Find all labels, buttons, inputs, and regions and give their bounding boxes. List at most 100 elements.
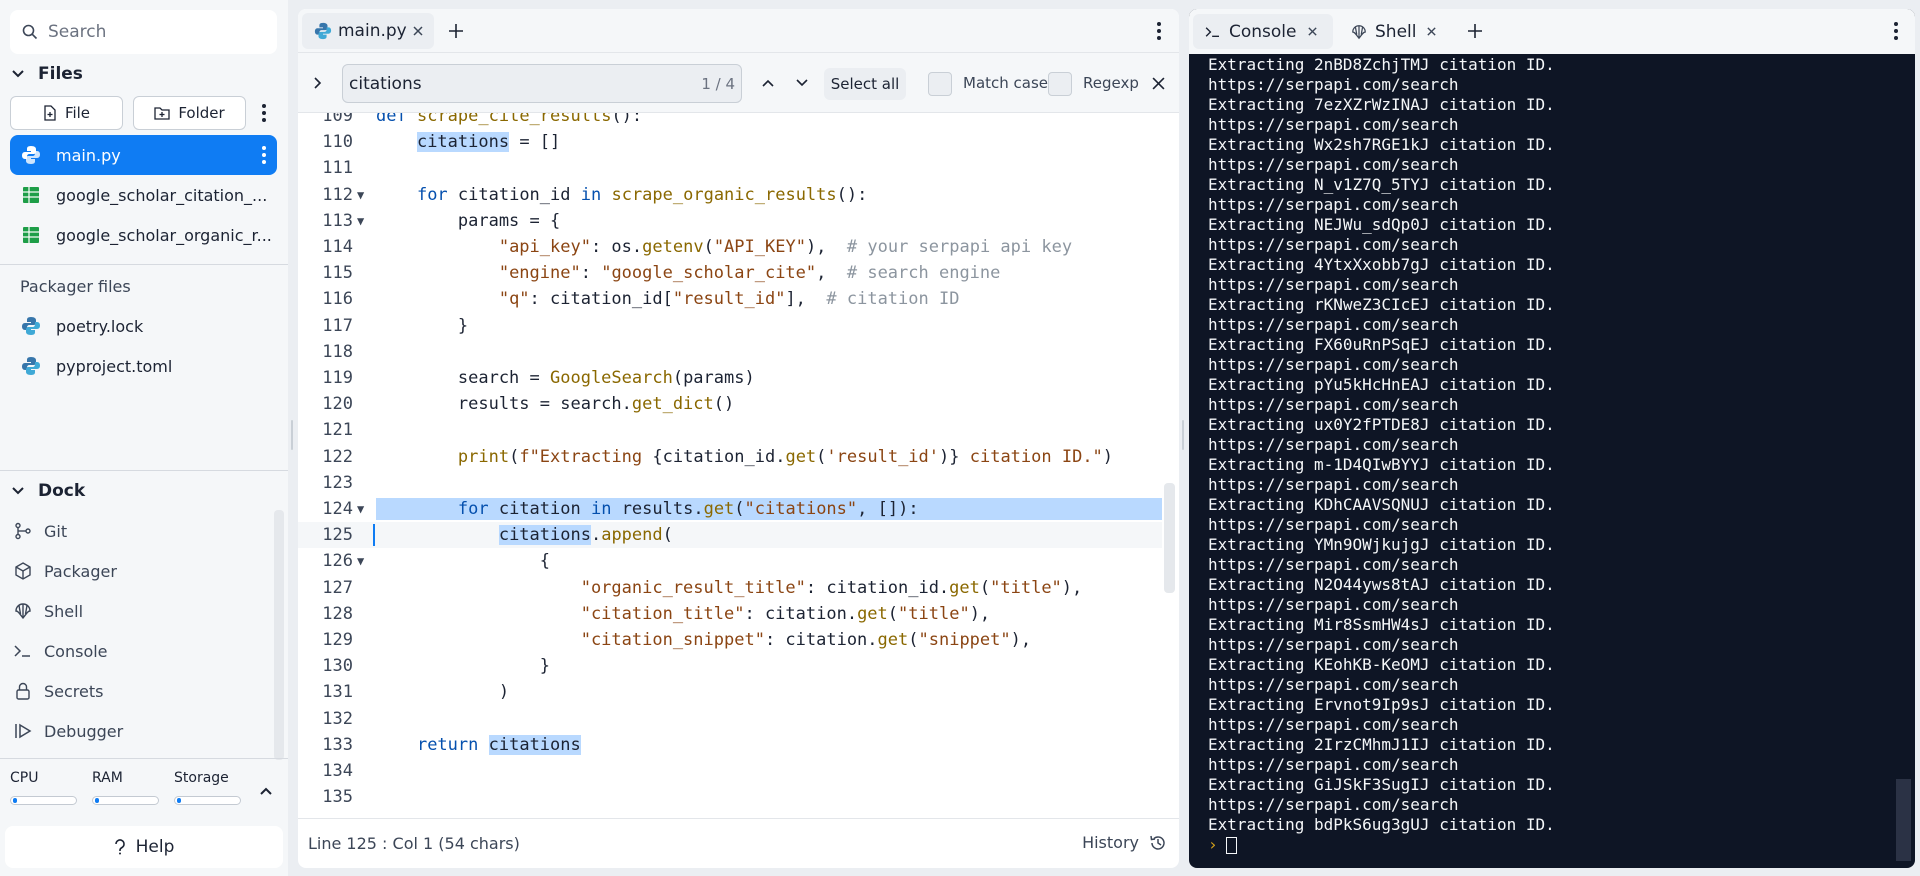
chevron-up-icon[interactable] xyxy=(260,780,272,799)
lock-icon xyxy=(12,682,34,700)
find-input[interactable]: citations 1 / 4 xyxy=(342,64,742,103)
console-line: Extracting Wx2sh7RGE1kJ citation ID. xyxy=(1208,135,1555,154)
search-placeholder: Search xyxy=(48,22,107,42)
code-line[interactable]: 132 xyxy=(298,706,1179,732)
close-icon[interactable] xyxy=(412,22,424,42)
code-line[interactable]: 112 ▼ for citation_id in scrape_organic_r… xyxy=(298,182,1179,208)
code-line[interactable]: 116 "q": citation_id["result_id"], # cit… xyxy=(298,286,1179,312)
dock-label: Secrets xyxy=(44,681,104,701)
code-line[interactable]: 111 xyxy=(298,155,1179,181)
code-line[interactable]: 131 ) xyxy=(298,679,1179,705)
dock-item-packager[interactable]: Packager xyxy=(10,552,270,590)
close-find-icon[interactable] xyxy=(1151,76,1165,90)
code-line[interactable]: 115 "engine": "google_scholar_cite", # s… xyxy=(298,260,1179,286)
code-line[interactable]: 128 "citation_title": citation.get("titl… xyxy=(298,601,1179,627)
code-line[interactable]: 135 xyxy=(298,784,1179,810)
match-case-checkbox[interactable] xyxy=(928,72,952,96)
editor-scrollbar[interactable] xyxy=(1164,483,1175,593)
new-file-button[interactable]: File xyxy=(10,96,123,130)
resize-handle[interactable] xyxy=(291,420,293,450)
file-item-pyproject-toml[interactable]: pyproject.toml xyxy=(10,346,277,386)
previous-match-icon[interactable] xyxy=(760,75,776,91)
console-line: Extracting KDhCAAVSQNUJ citation ID. xyxy=(1208,495,1555,514)
console-prompt[interactable]: › xyxy=(1208,835,1898,855)
dock-label: Shell xyxy=(44,601,84,621)
code-line[interactable]: 124 ▼ for citation in results.get("citati… xyxy=(298,496,1179,522)
dock-section-header[interactable]: Dock xyxy=(12,481,85,501)
console-line: https://serpapi.com/search xyxy=(1208,275,1459,294)
chevron-right-icon[interactable] xyxy=(310,75,326,91)
code-line[interactable]: 119 search = GoogleSearch(params) xyxy=(298,365,1179,391)
line-number: 112 xyxy=(322,184,353,205)
code-line[interactable]: 125 citations.append( xyxy=(298,522,1179,548)
new-file-label: File xyxy=(64,104,91,122)
next-match-icon[interactable] xyxy=(794,75,810,91)
file-item-main-py[interactable]: main.py xyxy=(10,135,277,175)
history-label: History xyxy=(1082,833,1139,852)
dock-item-shell[interactable]: Shell xyxy=(10,592,270,630)
code-line[interactable]: 127 "organic_result_title": citation_id.… xyxy=(298,575,1179,601)
code-line[interactable]: 133 return citations xyxy=(298,732,1179,758)
code-text: citations = [] xyxy=(416,132,561,153)
line-number: 123 xyxy=(322,472,353,493)
line-number: 116 xyxy=(322,289,353,310)
line-number: 131 xyxy=(322,682,353,703)
code-line[interactable]: 129 "citation_snippet": citation.get("sn… xyxy=(298,627,1179,653)
file-item-organic-csv[interactable]: google_scholar_organic_r... xyxy=(10,215,277,255)
close-icon[interactable] xyxy=(1307,26,1318,37)
code-line[interactable]: 117 } xyxy=(298,313,1179,339)
dock-item-console[interactable]: Console xyxy=(10,632,270,670)
code-line[interactable]: 109 def scrape_cite_results(): xyxy=(298,113,1179,129)
python-icon xyxy=(314,22,332,40)
tab-shell[interactable]: Shell xyxy=(1339,14,1455,49)
fold-toggle-icon[interactable]: ▼ xyxy=(357,208,364,234)
ram-label: RAM xyxy=(92,770,123,786)
fold-toggle-icon[interactable]: ▼ xyxy=(357,548,364,574)
new-folder-button[interactable]: Folder xyxy=(133,96,246,130)
code-line[interactable]: 110 citations = [] xyxy=(298,129,1179,155)
close-icon[interactable] xyxy=(1426,26,1437,37)
tab-console[interactable]: Console xyxy=(1193,14,1333,49)
tab-main-py[interactable]: main.py xyxy=(302,13,434,49)
file-item-poetry-lock[interactable]: poetry.lock xyxy=(10,306,277,346)
dock-item-secrets[interactable]: Secrets xyxy=(10,672,270,710)
dock-item-git[interactable]: Git xyxy=(10,512,270,550)
line-number: 129 xyxy=(322,630,353,650)
fold-toggle-icon[interactable]: ▼ xyxy=(357,182,364,208)
file-item-citation-csv[interactable]: google_scholar_citation_... xyxy=(10,175,277,215)
history-button[interactable]: History xyxy=(1082,833,1167,852)
divider xyxy=(0,470,288,471)
code-line[interactable]: 118 xyxy=(298,339,1179,365)
code-line[interactable]: 134 xyxy=(298,758,1179,784)
code-line[interactable]: 123 xyxy=(298,470,1179,496)
console-menu-icon[interactable] xyxy=(1889,18,1903,44)
code-line[interactable]: 114 "api_key": os.getenv("API_KEY"), # y… xyxy=(298,234,1179,260)
console-line: Extracting Ervnot9Ip9sJ citation ID. xyxy=(1208,695,1555,714)
code-line[interactable]: 121 xyxy=(298,417,1179,443)
find-match-count: 1 / 4 xyxy=(701,74,735,93)
new-tab-plus-icon[interactable] xyxy=(444,19,468,43)
sidebar-scrollbar[interactable] xyxy=(274,510,284,760)
console-output[interactable]: Extracting 2nBD8ZchjTMJ citation ID. http… xyxy=(1208,55,1898,855)
fold-toggle-icon[interactable]: ▼ xyxy=(357,496,364,522)
code-area[interactable]: 109 def scrape_cite_results(): 110 citatio… xyxy=(298,113,1179,818)
tab-label: Console xyxy=(1229,21,1297,42)
regexp-checkbox[interactable] xyxy=(1048,72,1072,96)
code-line[interactable]: 122 print(f"Extracting {citation_id.get(… xyxy=(298,444,1179,470)
dock-item-debugger[interactable]: Debugger xyxy=(10,712,270,750)
help-button[interactable]: Help xyxy=(5,826,283,868)
search-input[interactable]: Search xyxy=(10,10,277,54)
files-menu-icon[interactable] xyxy=(257,100,271,126)
resize-handle[interactable] xyxy=(1182,420,1184,450)
code-line[interactable]: 120 results = search.get_dict() xyxy=(298,391,1179,417)
console-scrollbar[interactable] xyxy=(1896,779,1911,861)
code-line[interactable]: 126 ▼ { xyxy=(298,548,1179,574)
new-tab-plus-icon[interactable] xyxy=(1463,19,1487,43)
code-line[interactable]: 130 } xyxy=(298,653,1179,679)
file-menu-icon[interactable] xyxy=(257,142,271,168)
select-all-button[interactable]: Select all xyxy=(824,68,906,100)
cursor-position: Line 125 : Col 1 (54 chars) xyxy=(308,834,520,853)
editor-menu-icon[interactable] xyxy=(1152,18,1166,44)
code-line[interactable]: 113 ▼ params = { xyxy=(298,208,1179,234)
files-section-header[interactable]: Files xyxy=(12,64,83,84)
